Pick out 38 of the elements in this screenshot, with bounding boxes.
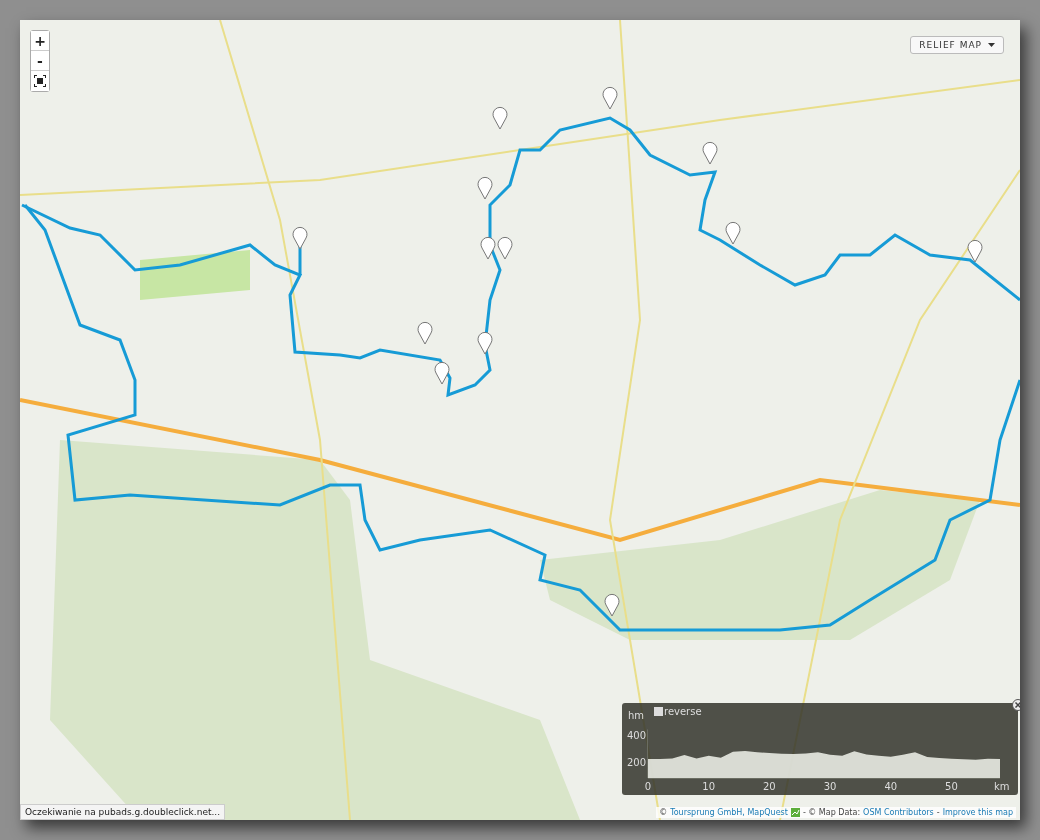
axis-label: hm [628, 710, 645, 721]
reverse-checkbox[interactable]: reverse [654, 706, 702, 717]
map-pin-icon[interactable] [292, 226, 308, 250]
map-pin-icon[interactable] [725, 221, 741, 245]
axis-label: km [994, 781, 1010, 792]
map-pin-icon[interactable] [477, 331, 493, 355]
relief-map-dropdown[interactable]: RELIEF MAP [910, 36, 1004, 54]
map-pin-icon[interactable] [417, 321, 433, 345]
map-pin-icon[interactable] [702, 141, 718, 165]
attribution-text: - © Map Data: [802, 808, 861, 817]
tick-label: 40 [884, 781, 898, 792]
tick-label: 50 [945, 781, 958, 792]
tick-label: 0 [644, 781, 652, 792]
attribution-link[interactable]: Improve this map [942, 808, 1013, 817]
tick-label: 10 [702, 781, 716, 792]
tick-label: 20 [763, 781, 776, 792]
fullscreen-icon [34, 75, 46, 87]
attribution-link[interactable]: OSM Contributors [863, 808, 934, 817]
caret-icon [988, 43, 995, 47]
map-pin-icon[interactable] [492, 106, 508, 130]
map-pin-icon[interactable] [434, 361, 450, 385]
tick-label: 400 [627, 730, 647, 742]
chart-icon [790, 808, 800, 817]
tick-label: 30 [823, 781, 837, 792]
map-pin-icon[interactable] [497, 236, 513, 260]
attribution-text: - [936, 808, 940, 817]
y-axis [647, 728, 648, 779]
map-pin-icon[interactable] [604, 593, 620, 617]
map-pin-icon[interactable] [967, 239, 983, 263]
map-pin-icon[interactable] [477, 176, 493, 200]
attribution-link[interactable]: Toursprung GmbH, MapQuest [670, 808, 788, 817]
map-view[interactable]: + - RELIEF MAP hm 200 400 0 10 20 30 40 50 km reverse Oczekiwanie na pubads.g.doubleclick.net... © Toursprung GmbH, MapQuest - © Map Data: OSM Contributors - Improve this map [20, 20, 1020, 820]
zoom-in-button[interactable]: + [31, 31, 49, 51]
attribution-text: © [659, 808, 668, 817]
status-bar: Oczekiwanie na pubads.g.doubleclick.net... [20, 804, 226, 820]
tick-label: 200 [627, 757, 647, 769]
map-pin-icon[interactable] [480, 236, 496, 260]
map-pin-icon[interactable] [602, 86, 618, 110]
